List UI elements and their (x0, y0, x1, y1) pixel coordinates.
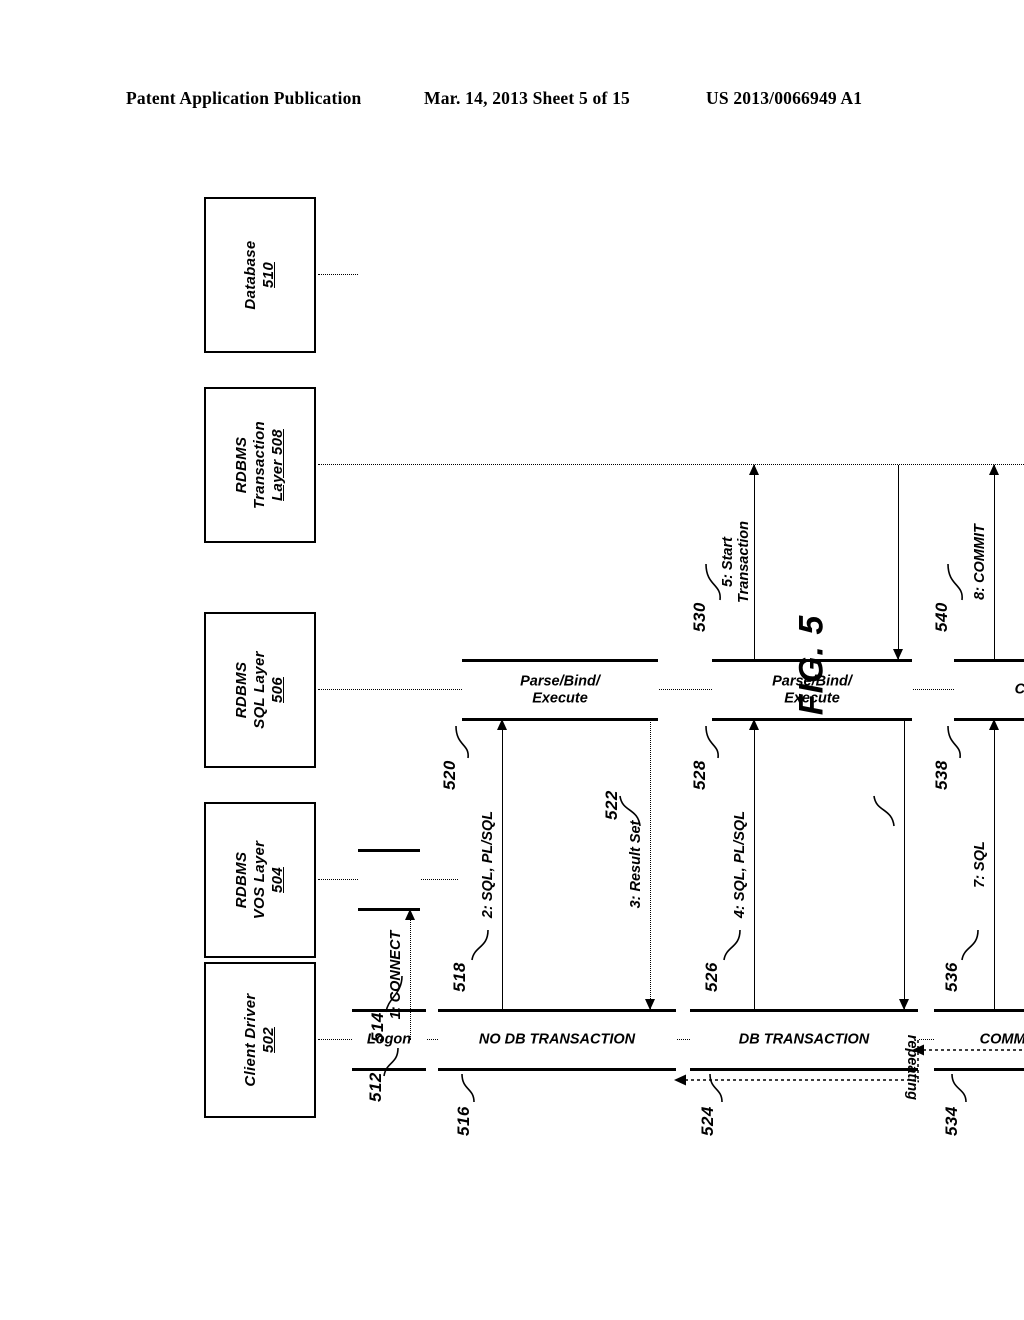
lifeline-database (318, 274, 358, 275)
participant-label-line2: SQL Layer (250, 651, 268, 729)
arrowhead-icon (749, 464, 759, 475)
publication-number: US 2013/0066949 A1 (706, 88, 863, 108)
figure-5-sequence-diagram: Client Driver 502 RDBMS VOS Layer 504 RD… (182, 170, 1024, 1210)
participant-label-line1: RDBMS (232, 851, 250, 909)
arrowhead-icon (989, 464, 999, 475)
message-line (502, 720, 503, 1009)
message-label: 4: SQL, PL/SQL (732, 810, 749, 919)
arrowhead-icon (405, 909, 415, 920)
message-line (898, 465, 899, 659)
activation-label: COMMIT (1015, 682, 1024, 699)
arrowhead-icon (645, 999, 655, 1010)
reference-numeral-528: 528 (690, 760, 709, 790)
message-line (994, 465, 995, 659)
message-label: 7: SQL (972, 841, 989, 888)
message-line (754, 465, 755, 659)
reference-numeral-524: 524 (698, 1106, 717, 1136)
arrowhead-icon (497, 719, 507, 730)
message-label: 2: SQL, PL/SQL (480, 810, 497, 919)
participant-database[interactable]: Database 510 (204, 197, 316, 353)
activation-label: NO DB TRANSACTION (478, 1031, 636, 1048)
participant-rdbms-transaction-layer[interactable]: RDBMS Transaction Layer 508 (204, 387, 316, 543)
loop-repeating-2 (912, 1000, 1024, 1056)
activation-parse-bind-execute-1: Parse/Bind/Execute (462, 659, 658, 721)
participant-numeral: 504 (269, 867, 287, 893)
leader-line-538 (947, 725, 961, 759)
leader-line-528 (705, 725, 719, 759)
date-sheet-label: Mar. 14, 2013 Sheet 5 of 15 (424, 88, 630, 108)
reference-numeral-520: 520 (440, 760, 459, 790)
reference-numeral-516: 516 (454, 1106, 473, 1136)
participant-label-line3: Layer 508 (269, 429, 287, 501)
leader-line-532 (873, 795, 895, 827)
message-label-line2: Transaction (735, 521, 752, 603)
participant-label-line1: RDBMS (232, 436, 250, 494)
leader-line-516 (461, 1073, 475, 1103)
figure-caption: FIG. 5 (792, 614, 831, 716)
publication-label: Patent Application Publication (126, 88, 362, 108)
participant-rdbms-vos-layer[interactable]: RDBMS VOS Layer 504 (204, 802, 316, 958)
arrowhead-icon (749, 719, 759, 730)
leader-line-522 (619, 795, 641, 827)
reference-numeral-540: 540 (932, 602, 951, 632)
message-line (650, 720, 651, 1009)
participant-numeral: 510 (260, 262, 277, 288)
leader-line-512 (383, 1047, 399, 1077)
participant-numeral: 506 (269, 677, 287, 703)
activation-label: Parse/Bind/Execute (520, 673, 600, 706)
reference-numeral-534: 534 (942, 1106, 961, 1136)
leader-line-514 (385, 975, 403, 1013)
leader-line-540 (947, 563, 963, 601)
lifeline-rdbms-sql-layer (318, 689, 1024, 690)
leader-line-518 (471, 929, 489, 961)
arrowhead-icon (989, 719, 999, 730)
participant-rdbms-sql-layer[interactable]: RDBMS SQL Layer 506 (204, 612, 316, 768)
participant-label: Database (241, 240, 259, 310)
participant-numeral: 502 (260, 1027, 277, 1053)
activation-vos-connect (358, 849, 420, 911)
lifeline-rdbms-txn-layer (318, 464, 1024, 465)
leader-line-530 (705, 563, 721, 601)
leader-line-520 (455, 725, 469, 759)
loop-repeating-1 (674, 1040, 919, 1086)
message-label: 3: Result Set (628, 820, 645, 909)
participant-label-line2: VOS Layer (250, 840, 268, 920)
participant-label-line2: Transaction (250, 420, 268, 510)
participant-client-driver[interactable]: Client Driver 502 (204, 962, 316, 1118)
arrowhead-icon (893, 649, 903, 660)
reference-numeral-530: 530 (690, 602, 709, 632)
participant-label: Client Driver (241, 993, 259, 1087)
participant-label-line1: RDBMS (232, 661, 250, 719)
reference-numeral-538: 538 (932, 760, 951, 790)
reference-numeral-518: 518 (450, 962, 469, 992)
